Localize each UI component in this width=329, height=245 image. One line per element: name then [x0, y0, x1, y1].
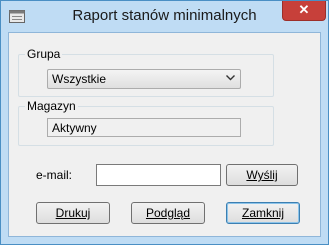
magazyn-field: Aktywny: [47, 118, 241, 137]
preview-button[interactable]: Podgląd: [131, 202, 205, 224]
group-box-grupa: Grupa Wszystkie: [18, 47, 274, 97]
magazyn-value: Aktywny: [52, 121, 97, 135]
title-bar: Raport stanów minimalnych ✕: [1, 1, 328, 32]
close-icon: ✕: [298, 2, 310, 17]
close-button-label: Zamknij: [241, 206, 284, 220]
group-box-magazyn: Magazyn Aktywny: [18, 99, 274, 146]
preview-button-label: Podgląd: [145, 206, 191, 220]
grupa-select[interactable]: Wszystkie: [47, 69, 241, 89]
window-title: Raport stanów minimalnych: [72, 7, 257, 24]
dialog-body: Grupa Wszystkie Magazyn Aktywny e-mail: …: [8, 32, 321, 237]
print-button[interactable]: Drukuj: [36, 202, 110, 224]
close-button[interactable]: Zamknij: [226, 202, 300, 224]
dialog-window: Raport stanów minimalnych ✕ Grupa Wszyst…: [0, 0, 329, 245]
close-window-button[interactable]: ✕: [282, 1, 326, 21]
email-field[interactable]: [96, 164, 221, 186]
print-button-label: Drukuj: [55, 206, 91, 220]
chevron-down-icon: [226, 73, 235, 84]
send-button-label: Wyślij: [246, 168, 278, 182]
group-label-grupa: Grupa: [25, 47, 63, 61]
group-label-magazyn: Magazyn: [25, 99, 78, 113]
email-label: e-mail:: [36, 168, 73, 182]
grupa-select-value: Wszystkie: [52, 72, 106, 86]
send-button[interactable]: Wyślij: [226, 164, 298, 186]
